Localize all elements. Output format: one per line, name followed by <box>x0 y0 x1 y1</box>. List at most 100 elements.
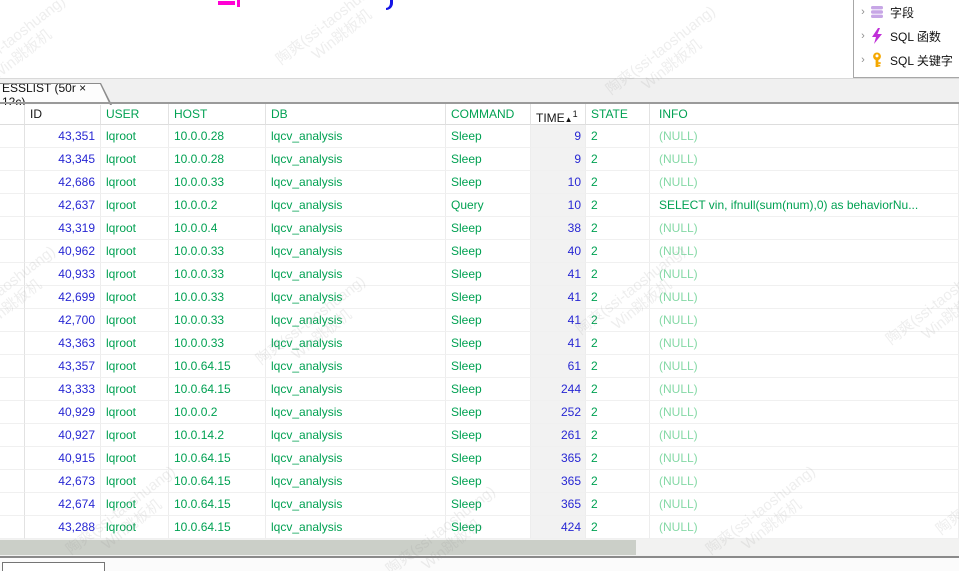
cell-command[interactable]: Sleep <box>446 424 531 447</box>
cell-user[interactable]: lqroot <box>101 378 169 401</box>
cell-command[interactable]: Sleep <box>446 171 531 194</box>
cell-id[interactable]: 43,363 <box>25 332 101 355</box>
cell-state[interactable]: 2 <box>586 401 650 424</box>
cell-time[interactable]: 261 <box>531 424 586 447</box>
cell-user[interactable]: lqroot <box>101 217 169 240</box>
cell-id[interactable]: 43,357 <box>25 355 101 378</box>
cell-host[interactable]: 10.0.64.15 <box>169 378 266 401</box>
table-row[interactable]: 43,357 lqroot 10.0.64.15 lqcv_analysis Sleep… <box>0 355 959 378</box>
cell-state[interactable]: 2 <box>586 171 650 194</box>
row-gutter-cell[interactable] <box>0 378 25 401</box>
row-gutter-cell[interactable] <box>0 424 25 447</box>
cell-user[interactable]: lqroot <box>101 171 169 194</box>
cell-host[interactable]: 10.0.14.2 <box>169 424 266 447</box>
cell-command[interactable]: Sleep <box>446 378 531 401</box>
cell-user[interactable]: lqroot <box>101 148 169 171</box>
cell-time[interactable]: 9 <box>531 125 586 148</box>
row-gutter-cell[interactable] <box>0 332 25 355</box>
table-row[interactable]: 42,700 lqroot 10.0.0.33 lqcv_analysis Sleep 4… <box>0 309 959 332</box>
cell-db[interactable]: lqcv_analysis <box>266 470 446 493</box>
cell-user[interactable]: lqroot <box>101 424 169 447</box>
cell-state[interactable]: 2 <box>586 125 650 148</box>
column-header-user[interactable]: USER <box>101 104 169 125</box>
cell-state[interactable]: 2 <box>586 493 650 516</box>
cell-info[interactable]: (NULL) <box>650 286 959 309</box>
cell-user[interactable]: lqroot <box>101 447 169 470</box>
cell-command[interactable]: Sleep <box>446 447 531 470</box>
cell-user[interactable]: lqroot <box>101 332 169 355</box>
cell-user[interactable]: lqroot <box>101 309 169 332</box>
row-gutter-cell[interactable] <box>0 171 25 194</box>
cell-id[interactable]: 40,929 <box>25 401 101 424</box>
completion-item-3[interactable]: › SQL 关键字 <box>854 48 959 72</box>
cell-time[interactable]: 41 <box>531 309 586 332</box>
table-row[interactable]: 42,686 lqroot 10.0.0.33 lqcv_analysis Sleep 1… <box>0 171 959 194</box>
cell-info[interactable]: (NULL) <box>650 378 959 401</box>
cell-db[interactable]: lqcv_analysis <box>266 493 446 516</box>
cell-info[interactable]: (NULL) <box>650 309 959 332</box>
row-gutter-cell[interactable] <box>0 125 25 148</box>
table-row[interactable]: 42,673 lqroot 10.0.64.15 lqcv_analysis Sleep… <box>0 470 959 493</box>
chevron-right-icon[interactable]: › <box>857 6 869 18</box>
row-gutter-cell[interactable] <box>0 263 25 286</box>
cell-db[interactable]: lqcv_analysis <box>266 125 446 148</box>
cell-info[interactable]: (NULL) <box>650 355 959 378</box>
cell-time[interactable]: 252 <box>531 401 586 424</box>
cell-id[interactable]: 43,351 <box>25 125 101 148</box>
cell-command[interactable]: Sleep <box>446 401 531 424</box>
cell-id[interactable]: 43,345 <box>25 148 101 171</box>
cell-time[interactable]: 244 <box>531 378 586 401</box>
cell-info[interactable]: (NULL) <box>650 171 959 194</box>
table-row[interactable]: 42,637 lqroot 10.0.0.2 lqcv_analysis Query 10… <box>0 194 959 217</box>
table-row[interactable]: 42,674 lqroot 10.0.64.15 lqcv_analysis Sleep… <box>0 493 959 516</box>
table-row[interactable]: 40,915 lqroot 10.0.64.15 lqcv_analysis Sleep… <box>0 447 959 470</box>
cell-info[interactable]: (NULL) <box>650 401 959 424</box>
cell-db[interactable]: lqcv_analysis <box>266 309 446 332</box>
cell-db[interactable]: lqcv_analysis <box>266 263 446 286</box>
cell-host[interactable]: 10.0.0.33 <box>169 309 266 332</box>
table-row[interactable]: 40,929 lqroot 10.0.0.2 lqcv_analysis Sleep 25… <box>0 401 959 424</box>
cell-db[interactable]: lqcv_analysis <box>266 447 446 470</box>
row-gutter-cell[interactable] <box>0 148 25 171</box>
column-header-id[interactable]: ID <box>25 104 101 125</box>
cell-user[interactable]: lqroot <box>101 355 169 378</box>
cell-db[interactable]: lqcv_analysis <box>266 217 446 240</box>
table-row[interactable]: 43,345 lqroot 10.0.0.28 lqcv_analysis Sleep 9… <box>0 148 959 171</box>
chevron-right-icon[interactable]: › <box>857 30 869 42</box>
cell-command[interactable]: Sleep <box>446 148 531 171</box>
cell-info[interactable]: (NULL) <box>650 424 959 447</box>
row-gutter-cell[interactable] <box>0 516 25 539</box>
cell-host[interactable]: 10.0.64.15 <box>169 516 266 539</box>
cell-state[interactable]: 2 <box>586 516 650 539</box>
cell-db[interactable]: lqcv_analysis <box>266 401 446 424</box>
cell-command[interactable]: Sleep <box>446 493 531 516</box>
cell-state[interactable]: 2 <box>586 148 650 171</box>
row-gutter-cell[interactable] <box>0 470 25 493</box>
cell-command[interactable]: Sleep <box>446 355 531 378</box>
cell-command[interactable]: Sleep <box>446 309 531 332</box>
table-row[interactable]: 42,699 lqroot 10.0.0.33 lqcv_analysis Sleep 4… <box>0 286 959 309</box>
row-gutter-cell[interactable] <box>0 447 25 470</box>
column-header-host[interactable]: HOST <box>169 104 266 125</box>
cell-db[interactable]: lqcv_analysis <box>266 378 446 401</box>
table-row[interactable]: 40,962 lqroot 10.0.0.33 lqcv_analysis Sleep 4… <box>0 240 959 263</box>
row-gutter-cell[interactable] <box>0 355 25 378</box>
cell-info[interactable]: (NULL) <box>650 516 959 539</box>
cell-time[interactable]: 41 <box>531 332 586 355</box>
cell-state[interactable]: 2 <box>586 424 650 447</box>
cell-time[interactable]: 10 <box>531 194 586 217</box>
cell-command[interactable]: Sleep <box>446 217 531 240</box>
cell-id[interactable]: 43,319 <box>25 217 101 240</box>
cell-host[interactable]: 10.0.0.33 <box>169 171 266 194</box>
cell-id[interactable]: 40,927 <box>25 424 101 447</box>
row-gutter-cell[interactable] <box>0 493 25 516</box>
table-row[interactable]: 43,319 lqroot 10.0.0.4 lqcv_analysis Sleep 38… <box>0 217 959 240</box>
cell-state[interactable]: 2 <box>586 355 650 378</box>
cell-user[interactable]: lqroot <box>101 240 169 263</box>
cell-id[interactable]: 40,962 <box>25 240 101 263</box>
cell-info[interactable]: (NULL) <box>650 217 959 240</box>
cell-host[interactable]: 10.0.64.15 <box>169 470 266 493</box>
cell-state[interactable]: 2 <box>586 217 650 240</box>
column-header-db[interactable]: DB <box>266 104 446 125</box>
cell-host[interactable]: 10.0.0.2 <box>169 401 266 424</box>
